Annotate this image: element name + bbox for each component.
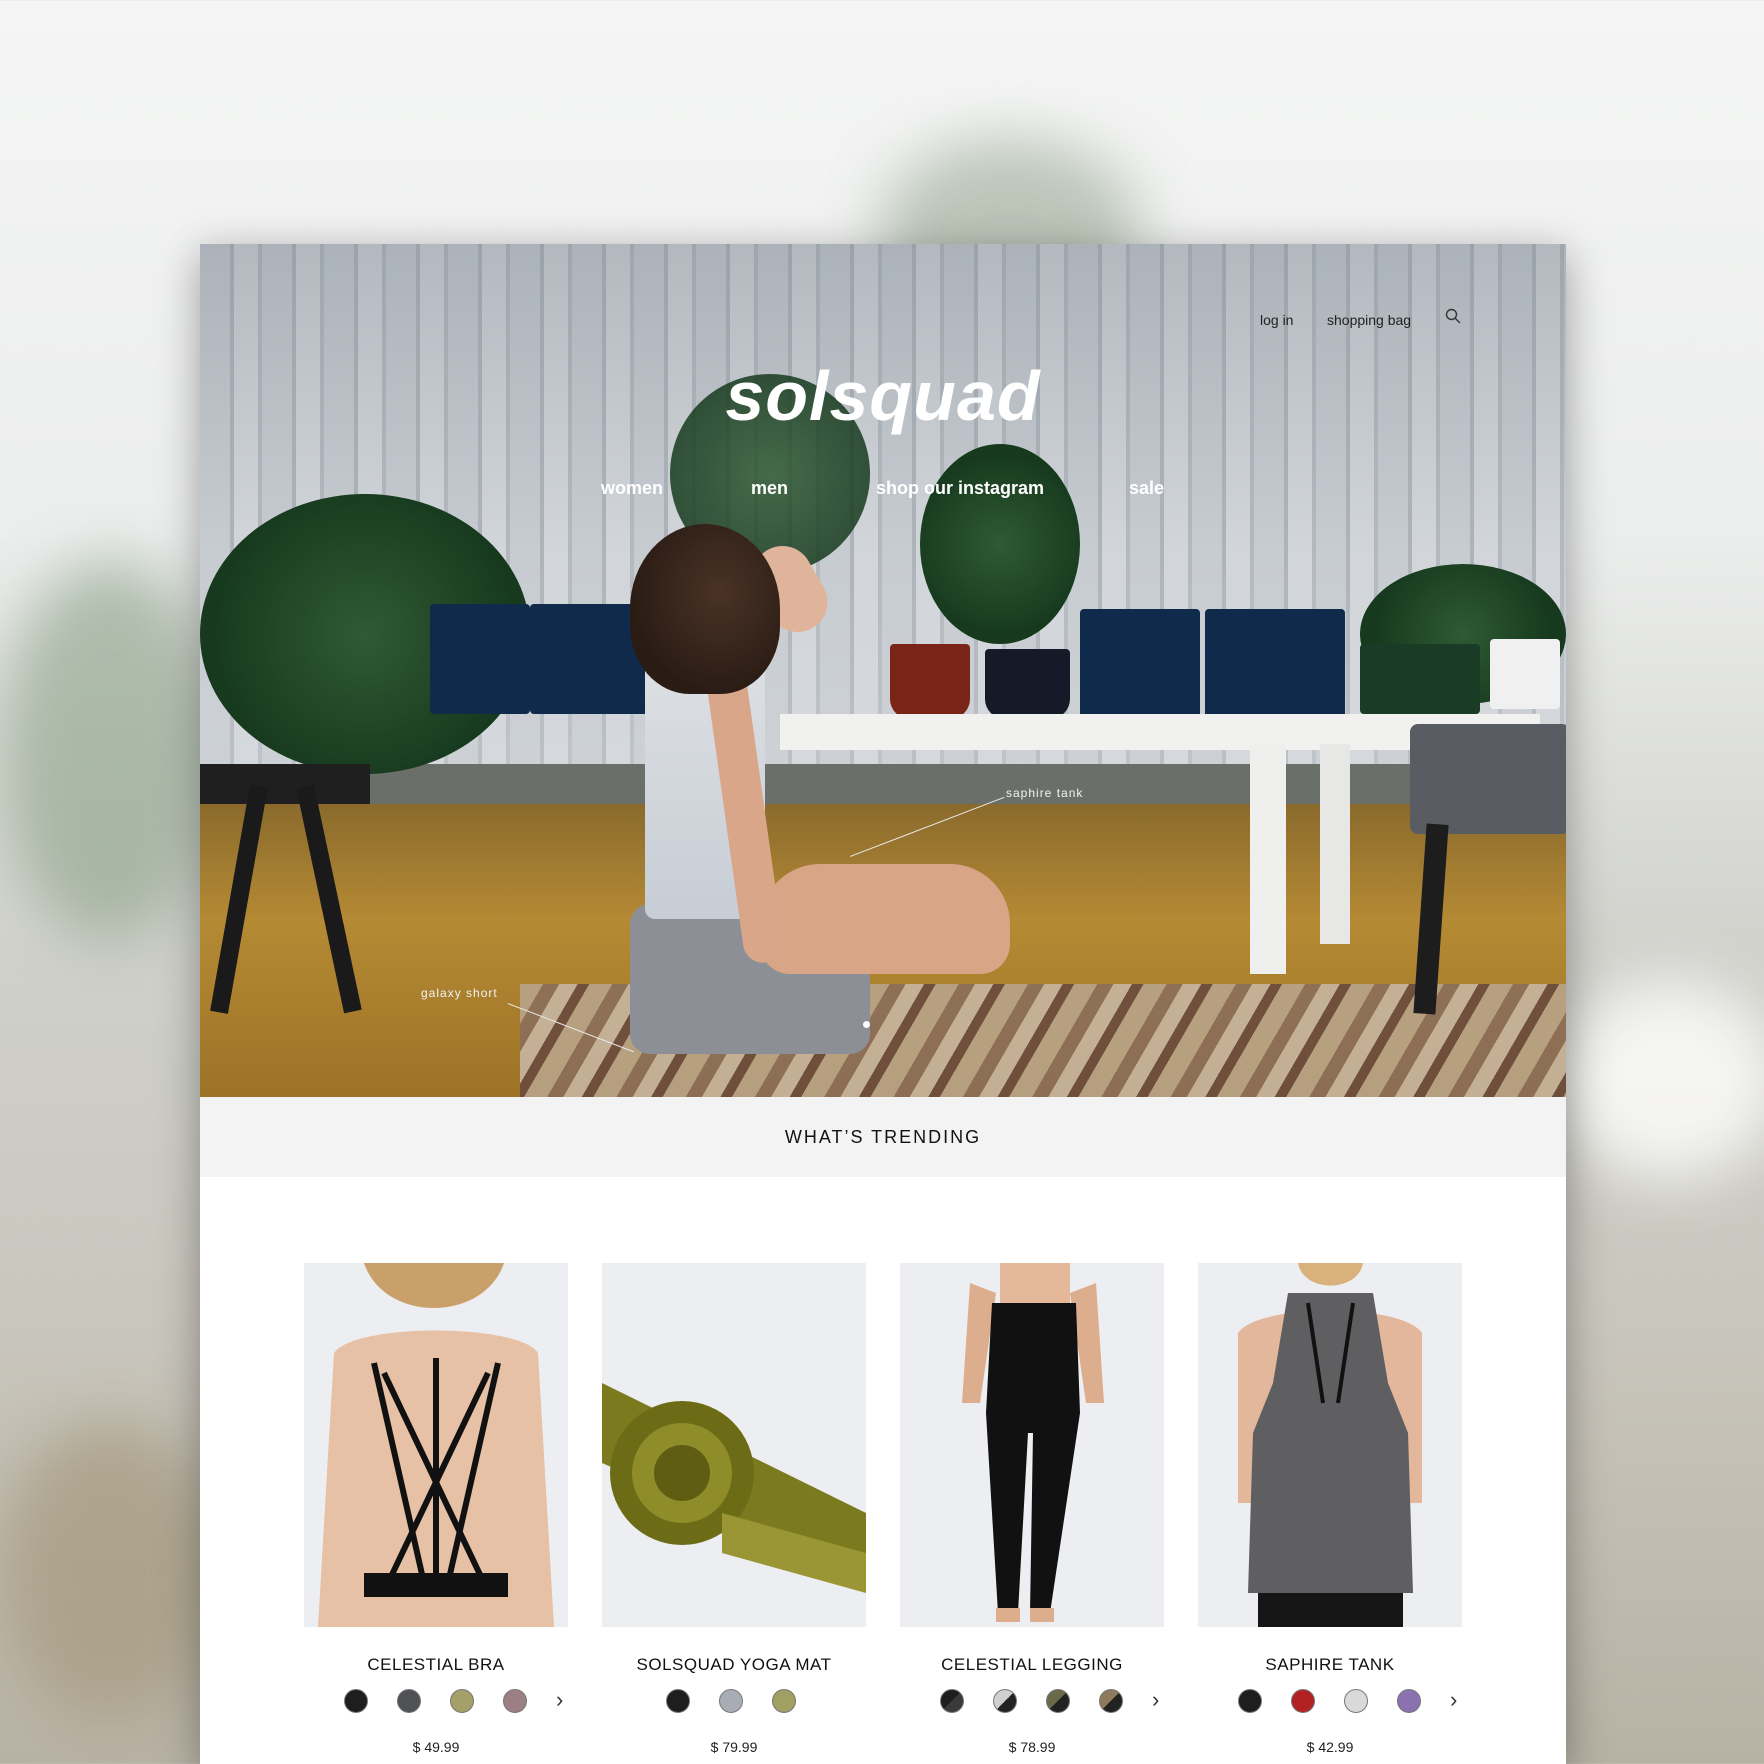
- hero-pot: [890, 644, 970, 719]
- product-image[interactable]: [900, 1263, 1164, 1627]
- login-link[interactable]: log in: [1260, 312, 1293, 328]
- product-image[interactable]: [1198, 1263, 1462, 1627]
- color-swatch[interactable]: [1099, 1689, 1123, 1713]
- nav-item-men[interactable]: men: [751, 478, 788, 499]
- hotspot-tag-saphire-tank[interactable]: saphire tank: [1006, 786, 1083, 800]
- color-swatch[interactable]: [1344, 1689, 1368, 1713]
- color-swatch[interactable]: [993, 1689, 1017, 1713]
- hero-pot: [1205, 609, 1345, 719]
- hero-bench-leg: [1250, 744, 1286, 974]
- background-blur: [0, 1420, 220, 1720]
- search-icon[interactable]: [1445, 308, 1461, 327]
- product-card[interactable]: CELESTIAL BRA › $ 49.99: [304, 1263, 568, 1755]
- background-blur: [1560, 980, 1764, 1180]
- hero-pot: [1080, 609, 1200, 719]
- hero-chair: [1410, 724, 1566, 834]
- chevron-right-icon[interactable]: ›: [1450, 1687, 1457, 1713]
- color-swatches: ›: [1198, 1687, 1462, 1719]
- hero-model-hair: [630, 524, 780, 694]
- site-logo[interactable]: solsquad: [200, 356, 1566, 436]
- color-swatch[interactable]: [1291, 1689, 1315, 1713]
- color-swatch[interactable]: [1046, 1689, 1070, 1713]
- color-swatch[interactable]: [719, 1689, 743, 1713]
- hero-pot: [1490, 639, 1560, 709]
- storefront-page: log in shopping bag solsquad women men s…: [200, 244, 1566, 1764]
- product-price: $ 79.99: [710, 1739, 758, 1755]
- color-swatch[interactable]: [503, 1689, 527, 1713]
- background-blur: [0, 560, 220, 940]
- color-swatch[interactable]: [1238, 1689, 1262, 1713]
- color-swatch[interactable]: [940, 1689, 964, 1713]
- carousel-dot[interactable]: [863, 1021, 870, 1028]
- product-image[interactable]: [304, 1263, 568, 1627]
- color-swatch[interactable]: [666, 1689, 690, 1713]
- color-swatches: ›: [304, 1687, 568, 1719]
- hero-pot: [430, 604, 530, 714]
- product-name[interactable]: SAPHIRE TANK: [1198, 1655, 1462, 1675]
- shopping-bag-link[interactable]: shopping bag: [1327, 312, 1411, 328]
- hero-bench-leg: [1320, 744, 1350, 944]
- product-name[interactable]: CELESTIAL LEGGING: [900, 1655, 1164, 1675]
- hero-plant: [920, 444, 1080, 644]
- product-price: $ 78.99: [1008, 1739, 1056, 1755]
- nav-item-women[interactable]: women: [601, 478, 663, 499]
- product-name[interactable]: CELESTIAL BRA: [304, 1655, 568, 1675]
- product-image[interactable]: [602, 1263, 866, 1627]
- nav-item-sale[interactable]: sale: [1129, 478, 1164, 499]
- hotspot-tag-galaxy-short[interactable]: galaxy short: [421, 986, 498, 1000]
- color-swatch[interactable]: [450, 1689, 474, 1713]
- color-swatch[interactable]: [344, 1689, 368, 1713]
- color-swatches: ›: [900, 1687, 1164, 1719]
- trending-heading: WHAT’S TRENDING: [200, 1097, 1566, 1177]
- color-swatch[interactable]: [397, 1689, 421, 1713]
- color-swatches: [602, 1689, 866, 1719]
- chevron-right-icon[interactable]: ›: [556, 1687, 563, 1713]
- product-name[interactable]: SOLSQUAD YOGA MAT: [602, 1655, 866, 1675]
- chevron-right-icon[interactable]: ›: [1152, 1687, 1159, 1713]
- hero-stool: [200, 764, 370, 804]
- nav-item-instagram[interactable]: shop our instagram: [876, 478, 1044, 499]
- hero-model-legs: [760, 864, 1010, 974]
- product-card[interactable]: CELESTIAL LEGGING › $ 78.99: [900, 1263, 1164, 1755]
- color-swatch[interactable]: [772, 1689, 796, 1713]
- product-card[interactable]: SAPHIRE TANK › $ 42.99: [1198, 1263, 1462, 1755]
- hero-pot: [1360, 644, 1480, 714]
- product-card[interactable]: SOLSQUAD YOGA MAT $ 79.99: [602, 1263, 866, 1755]
- hero-pot: [985, 649, 1070, 719]
- product-price: $ 49.99: [412, 1739, 460, 1755]
- product-price: $ 42.99: [1306, 1739, 1354, 1755]
- hero-banner: log in shopping bag solsquad women men s…: [200, 244, 1566, 1097]
- color-swatch[interactable]: [1397, 1689, 1421, 1713]
